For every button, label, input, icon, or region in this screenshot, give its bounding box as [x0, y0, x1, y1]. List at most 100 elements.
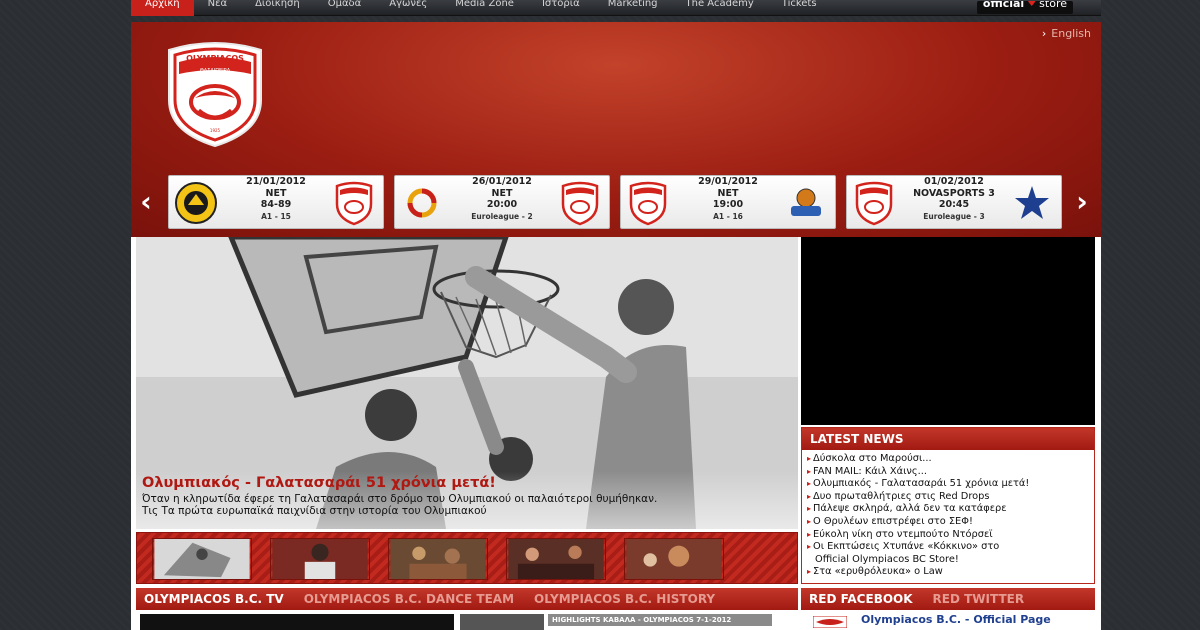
nav-item-management[interactable]: Διοίκηση	[241, 0, 314, 16]
news-item-label: Ολυμπιακός - Γαλατασαράι 51 χρόνια μετά!	[813, 478, 1030, 490]
site-header: › English OLYMPIACOS ΘΑΣΑΙΠΕΙΡΑ 1925 ‹ › …	[131, 22, 1101, 237]
thumbnail-item[interactable]	[506, 538, 606, 580]
fixture-card[interactable]: 21/01/2012 NET 84-89 Α1 - 15	[168, 175, 384, 229]
news-item[interactable]: ▸ Δύσκολα στο Μαρούσι...	[807, 453, 1094, 466]
thumbnail-item[interactable]	[270, 538, 370, 580]
news-item[interactable]: ▸ Ο Θρυλέων επιστρέφει στο ΣΕΦ!	[807, 516, 1094, 529]
fixture-info: 26/01/2012 NET 20:00 Euroleague - 2	[451, 176, 553, 222]
nav-item-games[interactable]: Αγώνες	[375, 0, 441, 16]
logo-wordmark: OLYMPIACOS	[186, 54, 244, 63]
tab-history[interactable]: OLYMPIACOS B.C. HISTORY	[534, 592, 715, 606]
bullet-icon: ▸	[807, 466, 812, 476]
news-item[interactable]: Official Olympiacos BC Store!	[807, 554, 1094, 567]
nav-item-history[interactable]: Ιστορία	[528, 0, 594, 16]
fixture-time: 19:00	[712, 199, 744, 210]
page-container: › English OLYMPIACOS ΘΑΣΑΙΠΕΙΡΑ 1925 ‹ › …	[131, 22, 1101, 630]
nav-item-tickets[interactable]: Tickets	[768, 0, 831, 16]
tv-video-label[interactable]: HIGHLIGHTS ΚΑΒΑΛΑ - OLYMPIACOS 7-1-2012	[548, 614, 772, 626]
nav-item-marketing[interactable]: Marketing	[594, 0, 672, 16]
olympiacos-team-logo	[855, 181, 893, 226]
aris-team-logo	[175, 182, 217, 224]
featured-description-line1: Όταν η κληρωτίδα έφερε τη Γαλατασαράι στ…	[142, 493, 658, 505]
thumbnail-item[interactable]	[624, 538, 724, 580]
news-item-label: FAN MAIL: Κάιλ Χάινς...	[813, 465, 927, 477]
fixture-time: 20:00	[486, 199, 518, 210]
bullet-icon: ▸	[807, 529, 812, 539]
fixture-channel: NET	[265, 187, 287, 199]
bullet-icon: ▸	[807, 567, 812, 577]
fixture-competition: Α1 - 15	[261, 211, 291, 221]
news-item[interactable]: ▸ FAN MAIL: Κάιλ Χάινς...	[807, 466, 1094, 479]
tab-red-facebook[interactable]: RED FACEBOOK	[809, 592, 913, 606]
fixture-info: 01/02/2012 NOVASPORTS 3 20:45 Euroleague…	[903, 176, 1005, 222]
story-thumbnails	[136, 532, 798, 584]
video-player[interactable]	[801, 237, 1095, 425]
fixtures-prev-arrow[interactable]: ‹	[135, 187, 157, 217]
nav-item-home[interactable]: Αρχική	[131, 0, 194, 16]
facebook-widget: Olympiacos B.C. - Official Page	[801, 612, 1095, 630]
svg-text:1925: 1925	[210, 128, 221, 133]
fixtures-next-arrow[interactable]: ›	[1071, 187, 1093, 217]
thumbnail-item[interactable]	[388, 538, 488, 580]
fixture-competition: Euroleague - 2	[471, 211, 533, 221]
bullet-icon: ▸	[807, 479, 812, 489]
nav-item-news[interactable]: Νέα	[194, 0, 241, 16]
tab-red-twitter[interactable]: RED TWITTER	[933, 592, 1025, 606]
thumbnail-item[interactable]	[152, 538, 252, 580]
fixture-card[interactable]: 01/02/2012 NOVASPORTS 3 20:45 Euroleague…	[846, 175, 1062, 229]
featured-title[interactable]: Ολυμπιακός - Γαλατασαράι 51 χρόνια μετά!	[142, 475, 792, 491]
news-item-label: Δύσκολα στο Μαρούσι...	[813, 453, 932, 464]
store-label-official: official	[982, 1, 1025, 10]
bullet-icon: ▸	[807, 454, 812, 463]
fixture-card[interactable]: 26/01/2012 NET 20:00 Euroleague - 2	[394, 175, 610, 229]
news-item[interactable]: ▸ Οι Εκπτώσεις Χτυπάνε «Κόκκινο» στο	[807, 541, 1094, 554]
olympiacos-team-logo	[561, 181, 599, 226]
fixture-channel: NET	[491, 187, 513, 199]
latest-news-list: ▸ Δύσκολα στο Μαρούσι... ▸ FAN MAIL: Κάιλ …	[802, 450, 1094, 579]
olympiacos-team-logo	[629, 181, 667, 226]
fixture-channel: NOVASPORTS 3	[913, 187, 995, 199]
fixture-date: 21/01/2012	[246, 176, 306, 187]
olympiacos-team-logo	[335, 181, 373, 226]
facebook-page-title[interactable]: Olympiacos B.C. - Official Page	[861, 613, 1051, 626]
fixture-date: 29/01/2012	[698, 176, 758, 187]
bullet-icon: ▸	[807, 542, 812, 552]
chevron-right-icon: ›	[1041, 27, 1047, 40]
bullet-icon: ▸	[807, 516, 812, 526]
news-item[interactable]: ▸ Εύκολη νίκη στο ντεμπούτο Ντόρσεϊ	[807, 529, 1094, 542]
nav-item-academy[interactable]: The Academy	[672, 0, 768, 16]
news-item-label: Οι Εκπτώσεις Χτυπάνε «Κόκκινο» στο	[813, 541, 1000, 553]
fixture-time: 20:45	[938, 199, 970, 210]
news-item[interactable]: ▸ Πάλεψε σκληρά, αλλά δεν τα κατάφερε	[807, 503, 1094, 516]
news-item-label: Δυο πρωταθλήτριες στις Red Drops	[813, 490, 990, 502]
tv-player[interactable]	[140, 614, 454, 630]
tab-dance-team[interactable]: OLYMPIACOS B.C. DANCE TEAM	[304, 592, 514, 606]
language-link[interactable]: › English	[1042, 27, 1091, 40]
featured-story[interactable]: Ολυμπιακός - Γαλατασαράι 51 χρόνια μετά!…	[136, 237, 798, 529]
kavala-team-logo	[791, 188, 821, 216]
nav-item-media-zone[interactable]: Media Zone	[441, 0, 528, 16]
news-item-label: Στα «ερυθρόλευκα» ο Law	[813, 566, 943, 578]
fixture-score: 84-89	[260, 199, 292, 210]
galatasaray-team-logo	[407, 188, 437, 218]
bullet-icon: ▸	[807, 504, 812, 514]
fixture-card[interactable]: 29/01/2012 NET 19:00 Α1 - 16	[620, 175, 836, 229]
nav-item-team[interactable]: Ομάδα	[314, 0, 376, 16]
latest-news-panel: LATEST NEWS ▸ Δύσκολα στο Μαρούσι... ▸ FAN…	[801, 427, 1095, 584]
news-item-label: Πάλεψε σκληρά, αλλά δεν τα κατάφερε	[813, 503, 1007, 515]
club-mini-logo	[813, 616, 847, 628]
tv-area: HIGHLIGHTS ΚΑΒΑΛΑ - OLYMPIACOS 7-1-2012	[136, 612, 798, 630]
top-navigation: Αρχική Νέα Διοίκηση Ομάδα Αγώνες Media Z…	[131, 0, 1101, 16]
store-label-store: store	[1039, 1, 1067, 10]
latest-news-header: LATEST NEWS	[802, 428, 1094, 450]
news-item[interactable]: ▸ Ολυμπιακός - Γαλατασαράι 51 χρόνια μετά…	[807, 478, 1094, 491]
club-logo[interactable]: OLYMPIACOS ΘΑΣΑΙΠΕΙΡΑ 1925	[155, 40, 275, 148]
news-item[interactable]: ▸ Δυο πρωταθλήτριες στις Red Drops	[807, 491, 1094, 504]
tv-thumbnail[interactable]	[460, 614, 544, 630]
tab-bc-tv[interactable]: OLYMPIACOS B.C. TV	[144, 592, 284, 606]
official-store-button[interactable]: official ♥ store	[976, 1, 1073, 14]
bullet-icon: ▸	[807, 491, 812, 501]
media-tabs: OLYMPIACOS B.C. TV OLYMPIACOS B.C. DANCE…	[136, 588, 798, 610]
fixture-date: 26/01/2012	[472, 176, 532, 187]
news-item[interactable]: ▸ Στα «ερυθρόλευκα» ο Law	[807, 566, 1094, 579]
